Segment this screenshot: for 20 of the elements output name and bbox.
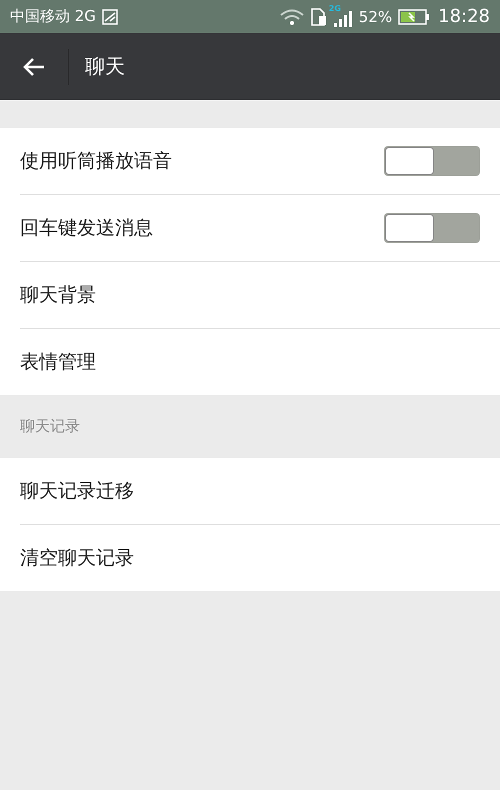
toggle-switch[interactable] bbox=[384, 213, 480, 243]
toggle-switch[interactable] bbox=[384, 146, 480, 176]
page-title: 聊天 bbox=[85, 53, 125, 80]
settings-item[interactable]: 表情管理 bbox=[20, 329, 500, 395]
image-icon bbox=[102, 8, 118, 24]
section-title: 聊天记录 bbox=[20, 417, 80, 436]
clock-time: 18:28 bbox=[438, 6, 490, 27]
battery-charging-icon bbox=[398, 8, 430, 24]
battery-percent: 52% bbox=[358, 8, 392, 26]
carrier-text: 中国移动 2G bbox=[10, 7, 96, 26]
settings-item[interactable]: 清空聊天记录 bbox=[20, 525, 500, 591]
wifi-icon bbox=[278, 8, 305, 26]
network-type-label: 2G bbox=[328, 4, 341, 12]
settings-item[interactable]: 聊天背景 bbox=[20, 262, 500, 329]
settings-item[interactable]: 使用听筒播放语音 bbox=[20, 128, 500, 195]
settings-item[interactable]: 聊天记录迁移 bbox=[20, 458, 500, 525]
settings-item[interactable]: 回车键发送消息 bbox=[20, 195, 500, 262]
signal-icon bbox=[332, 10, 353, 26]
sim-card-icon bbox=[310, 8, 327, 26]
back-arrow-icon bbox=[22, 56, 46, 78]
